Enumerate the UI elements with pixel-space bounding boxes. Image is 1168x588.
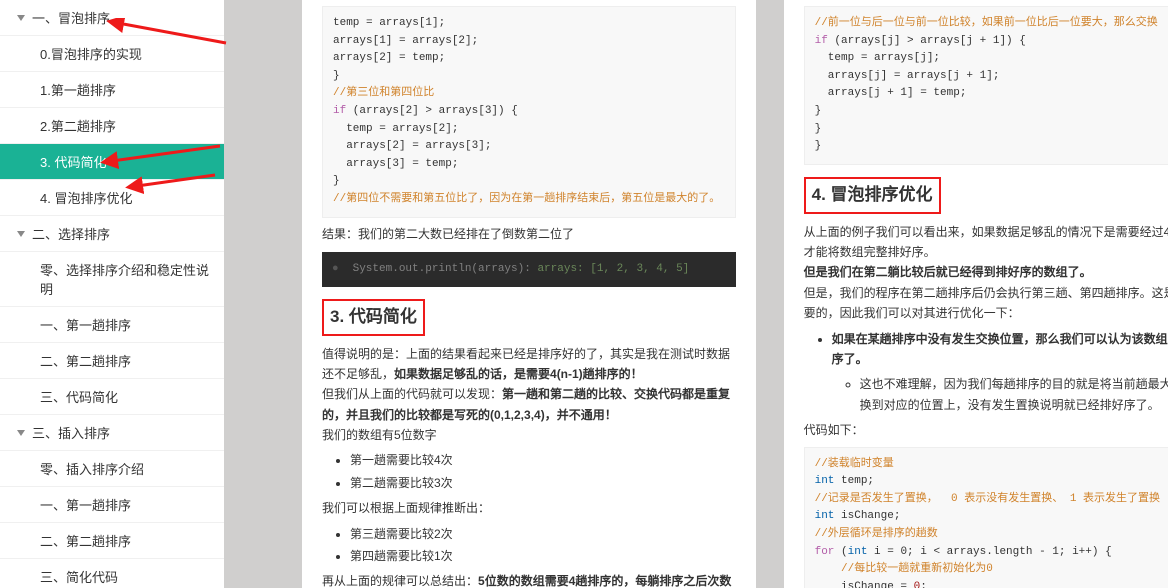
nav-section-label: 三、插入排序: [32, 423, 110, 442]
nav-item[interactable]: 2.第二趟排序: [0, 108, 224, 144]
bullet-list: 第三趟需要比较2次第四趟需要比较1次: [350, 524, 736, 567]
nav-item[interactable]: 4. 冒泡排序优化: [0, 180, 224, 216]
nav-item[interactable]: 三、简化代码: [0, 559, 224, 588]
heading-3: 3. 代码简化: [322, 299, 736, 336]
nav-item[interactable]: 二、第二趟排序: [0, 343, 224, 379]
para: 从上面的例子我们可以看出来，如果数据足够乱的情况下是需要经过4躺比较才能将数组完…: [804, 222, 1168, 263]
para: 代码如下：: [804, 420, 1168, 440]
nav-section[interactable]: 三、插入排序: [0, 415, 224, 451]
result-line: 结果：我们的第二大数已经排在了倒数第二位了: [322, 224, 736, 244]
para: 我们可以根据上面规律推断出：: [322, 498, 736, 518]
code-block-4: //装载临时变量int temp;//记录是否发生了置换， 0 表示没有发生置换…: [804, 447, 1168, 588]
gutter: [224, 0, 302, 588]
bullet-list: 如果在某趟排序中没有发生交换位置，那么我们可以认为该数组已经排好序了。 这也不难…: [832, 329, 1168, 416]
para: 值得说明的是：上面的结果看起来已经是排序好的了，其实是我在测试时数据还不足够乱，…: [322, 344, 736, 385]
list-item: 第一趟需要比较4次: [350, 450, 736, 470]
bullet-list: 第一趟需要比较4次第二趟需要比较3次: [350, 450, 736, 493]
nav-section[interactable]: 一、冒泡排序: [0, 0, 224, 36]
code-block-3: //前一位与后一位与前一位比较，如果前一位比后一位要大，那么交换if (arra…: [804, 6, 1168, 165]
nav-item[interactable]: 三、代码简化: [0, 379, 224, 415]
nav-section[interactable]: 二、选择排序: [0, 216, 224, 252]
list-item: 第四趟需要比较1次: [350, 546, 736, 566]
nav-item[interactable]: 二、第二趟排序: [0, 523, 224, 559]
console-output: ● System.out.println(arrays): arrays: [1…: [322, 252, 736, 287]
heading-4: 4. 冒泡排序优化: [804, 177, 1168, 214]
nav-item[interactable]: 1.第一趟排序: [0, 72, 224, 108]
nav-section-label: 一、冒泡排序: [32, 8, 110, 27]
nav-item[interactable]: 3. 代码简化: [0, 144, 224, 180]
nav-item[interactable]: 一、第一趟排序: [0, 307, 224, 343]
para: 但我们从上面的代码就可以发现：第一趟和第二趟的比较、交换代码都是重复的，并且我们…: [322, 384, 736, 425]
nav-item[interactable]: 一、第一趟排序: [0, 487, 224, 523]
nav-item[interactable]: 零、选择排序介绍和稳定性说明: [0, 252, 224, 307]
list-item: 第二趟需要比较3次: [350, 473, 736, 493]
list-item: 如果在某趟排序中没有发生交换位置，那么我们可以认为该数组已经排好序了。 这也不难…: [832, 329, 1168, 416]
chevron-right-icon: [17, 430, 25, 436]
nav-section-label: 二、选择排序: [32, 224, 110, 243]
nav-item[interactable]: 零、插入排序介绍: [0, 451, 224, 487]
chevron-right-icon: [17, 231, 25, 237]
para: 但是，我们的程序在第二趟排序后仍会执行第三趟、第四趟排序。这是没有必要的，因此我…: [804, 283, 1168, 324]
para: 再从上面的规律可以总结出：5位数的数组需要4趟排序的，每躺排序之后次数减1(因为…: [322, 571, 736, 588]
para: 但是我们在第二躺比较后就已经得到排好序的数组了。: [804, 262, 1168, 282]
page-left: temp = arrays[1];arrays[1] = arrays[2];a…: [302, 0, 756, 588]
list-item: 第三趟需要比较2次: [350, 524, 736, 544]
code-block-1: temp = arrays[1];arrays[1] = arrays[2];a…: [322, 6, 736, 218]
para: 我们的数组有5位数字: [322, 425, 736, 445]
nav-item[interactable]: 0.冒泡排序的实现: [0, 36, 224, 72]
sidebar: 一、冒泡排序 0.冒泡排序的实现1.第一趟排序2.第二趟排序3. 代码简化4. 冒…: [0, 0, 224, 588]
list-item: 这也不难理解，因为我们每趟排序的目的就是将当前趟最大的数置换到对应的位置上，没有…: [860, 374, 1168, 415]
chevron-right-icon: [17, 15, 25, 21]
page-right: //前一位与后一位与前一位比较，如果前一位比后一位要大，那么交换if (arra…: [784, 0, 1168, 588]
